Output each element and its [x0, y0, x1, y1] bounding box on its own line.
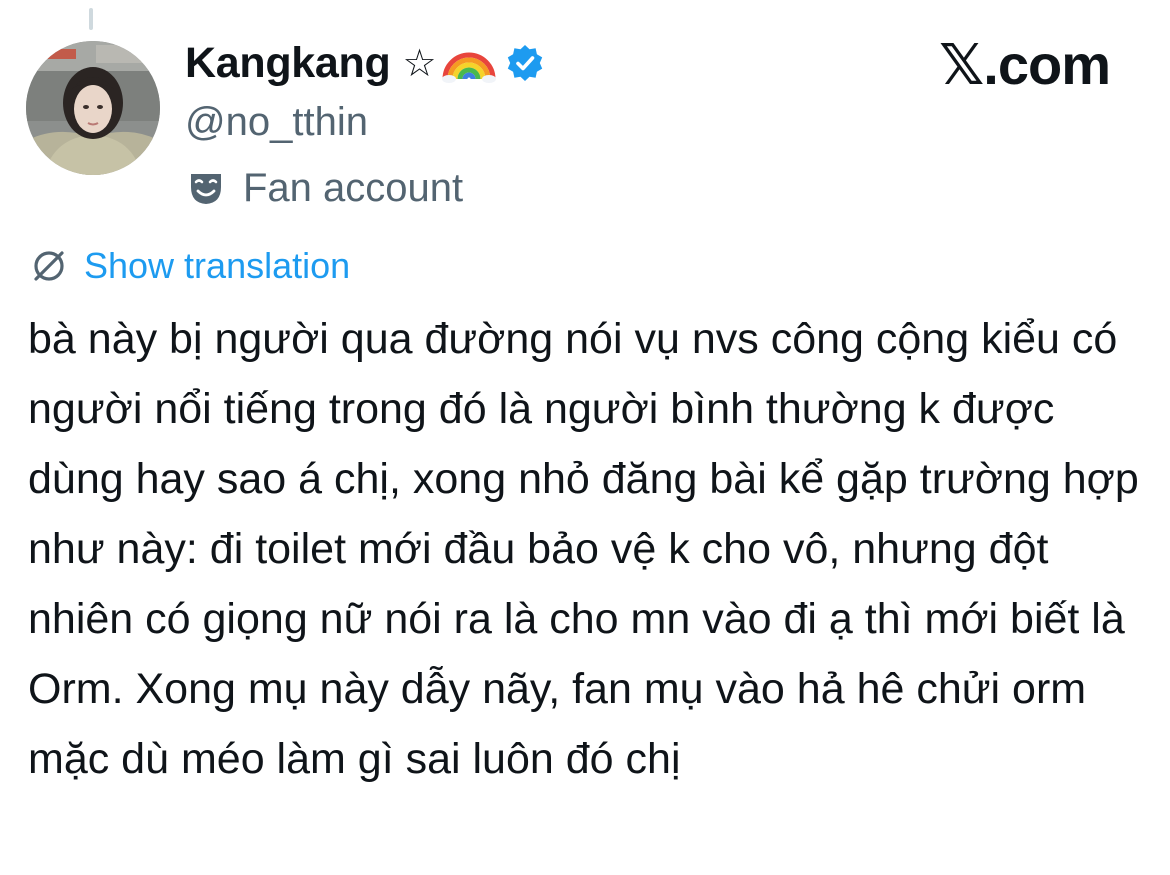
verified-badge-icon[interactable] [505, 43, 545, 83]
star-outline-emoji: ☆ [402, 41, 437, 85]
thread-connector-line [89, 8, 93, 30]
rainbow-icon [441, 43, 497, 83]
user-handle[interactable]: @no_tthin [185, 96, 545, 148]
name-row: Kangkang ☆ [185, 34, 545, 92]
translate-globe-icon [30, 247, 68, 285]
x-brand-logo: 𝕏.com [939, 33, 1111, 96]
tweet-text: bà này bị người qua đường nói vụ nvs côn… [28, 315, 1139, 783]
show-translation-link[interactable]: Show translation [30, 240, 350, 292]
avatar[interactable] [26, 41, 160, 175]
performing-arts-mask-icon [187, 169, 225, 207]
profile-category: Fan account [185, 162, 545, 214]
tweet-header: Kangkang ☆ @no_tthin Fan account [185, 34, 545, 214]
show-translation-label[interactable]: Show translation [84, 245, 350, 287]
category-label: Fan account [243, 165, 464, 210]
display-name[interactable]: Kangkang [185, 39, 391, 88]
